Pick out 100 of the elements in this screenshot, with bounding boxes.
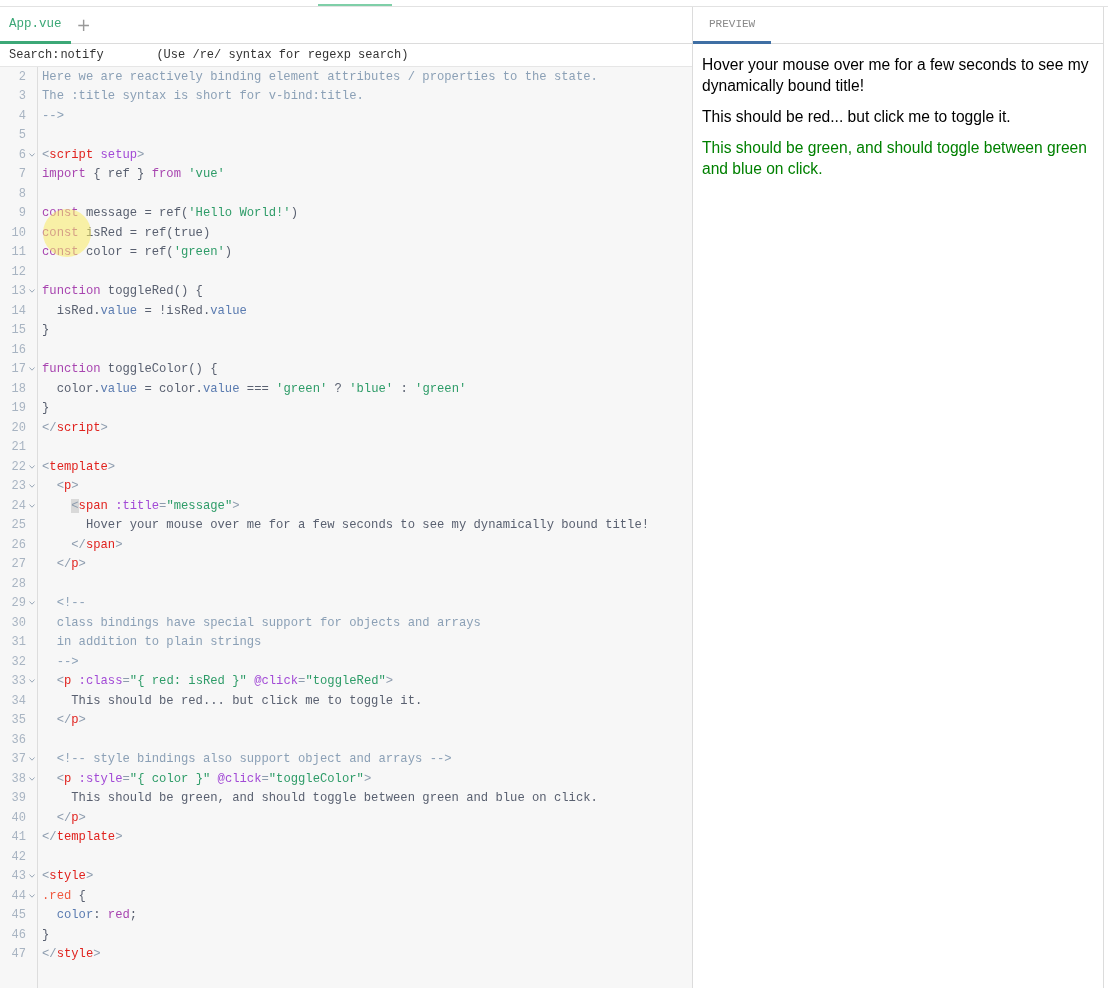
preview-paragraph[interactable]: This should be red... but click me to toggle it.: [702, 106, 1090, 127]
file-tab[interactable]: App.vue: [0, 7, 71, 44]
code-line: </p>: [55, 810, 86, 825]
line-number: 34: [10, 693, 26, 708]
code-line: function toggleRed() {: [41, 284, 203, 299]
code-line: </script>: [41, 420, 108, 435]
code-line: isRed.value = !isRed.value: [55, 303, 247, 318]
code-line: <span :title="message">: [70, 498, 240, 513]
code-line: }: [41, 323, 50, 338]
line-number: 10: [10, 225, 26, 240]
code-line: in addition to plain strings: [55, 635, 262, 650]
line-number: 27: [10, 557, 26, 572]
fold-icon[interactable]: [28, 464, 35, 469]
fold-icon[interactable]: [28, 757, 35, 762]
add-tab-button[interactable]: +: [70, 7, 97, 43]
line-number: 24: [10, 498, 26, 513]
fold-icon[interactable]: [28, 503, 35, 508]
line-number: 16: [10, 342, 26, 357]
fold-icon[interactable]: [28, 601, 35, 606]
line-number: 32: [10, 654, 26, 669]
line-number: 43: [10, 869, 26, 884]
code-line: Hover your mouse over me for a few seconds to see my dynamically bound title!: [84, 518, 650, 533]
line-number: 37: [10, 752, 26, 767]
line-number: 20: [10, 420, 26, 435]
fold-icon[interactable]: [28, 776, 35, 781]
preview-tab[interactable]: PREVIEW: [693, 7, 772, 44]
fold-icon[interactable]: [28, 289, 35, 294]
line-number: 13: [10, 284, 26, 299]
line-number: 21: [10, 440, 26, 455]
line-number: 36: [10, 732, 26, 747]
line-number: 12: [10, 264, 26, 279]
line-number: 17: [10, 362, 26, 377]
code-line: <template>: [41, 459, 116, 474]
line-number: 46: [10, 927, 26, 942]
code-line: -->: [55, 654, 79, 669]
line-number: 9: [17, 206, 26, 221]
code-line: <p :style="{ color }" @click="toggleColor">: [55, 771, 372, 786]
fold-icon[interactable]: [28, 893, 35, 898]
code-line: }: [41, 927, 50, 942]
line-number: 47: [10, 947, 26, 962]
code-line: import { ref } from 'vue': [41, 167, 225, 182]
search-field[interactable]: notify: [59, 48, 157, 62]
preview-paragraph[interactable]: Hover your mouse over me for a few seconds to see my dynamically bound title!: [702, 54, 1090, 96]
code-line: </style>: [41, 947, 101, 962]
line-number: 42: [10, 849, 26, 864]
code-line: <!-- style bindings also support object and arrays -->: [55, 752, 452, 767]
line-number: 44: [10, 888, 26, 903]
line-number: 39: [10, 791, 26, 806]
line-number: 4: [17, 108, 26, 123]
code-line: </template>: [41, 830, 123, 845]
line-number: 18: [10, 381, 26, 396]
fold-icon[interactable]: [28, 484, 35, 489]
preview-paragraph[interactable]: This should be green, and should toggle between green and blue on click.: [702, 137, 1090, 179]
fold-icon[interactable]: [28, 367, 35, 372]
fold-icon[interactable]: [28, 152, 35, 157]
line-number: 5: [17, 128, 26, 143]
line-number: 23: [10, 479, 26, 494]
line-number: 28: [10, 576, 26, 591]
line-number: 41: [10, 830, 26, 845]
line-number: 14: [10, 303, 26, 318]
fold-icon[interactable]: [28, 679, 35, 684]
code-line: <style>: [41, 869, 94, 884]
line-number: 15: [10, 323, 26, 338]
code-line: <p :class="{ red: isRed }" @click="toggleRed">: [55, 674, 394, 689]
line-number: 26: [10, 537, 26, 552]
code-line: This should be green, and should toggle between green and blue on click.: [70, 791, 598, 806]
code-line: <!--: [55, 596, 86, 611]
code-line: }: [41, 401, 50, 416]
line-number: 7: [17, 167, 26, 182]
line-number: 3: [17, 89, 26, 104]
code-line: color.value = color.value === 'green' ? 'blue' : 'green': [55, 381, 467, 396]
code-line: The :title syntax is short for v-bind:title.: [41, 89, 364, 104]
code-line: </p>: [55, 557, 86, 572]
code-line: Here we are reactively binding element attributes / properties to the state.: [41, 69, 598, 84]
line-number: 6: [17, 147, 26, 162]
code-line: function toggleColor() {: [41, 362, 218, 377]
code-line: </p>: [55, 713, 86, 728]
line-number: 35: [10, 713, 26, 728]
drag-handle[interactable]: [318, 4, 392, 6]
code-line: class bindings have special support for objects and arrays: [55, 615, 481, 630]
code-line: -->: [41, 108, 64, 123]
line-number: 40: [10, 810, 26, 825]
code-line: </span>: [70, 537, 123, 552]
line-number: 25: [10, 518, 26, 533]
search-label: Search:: [9, 48, 60, 62]
line-number: 19: [10, 401, 26, 416]
code-line: color: red;: [55, 908, 138, 923]
code-line: <script setup>: [41, 147, 145, 162]
line-number: 22: [10, 459, 26, 474]
fold-icon[interactable]: [28, 874, 35, 879]
line-number: 31: [10, 635, 26, 650]
code-line: <p>: [55, 479, 79, 494]
line-number: 33: [10, 674, 26, 689]
search-hint: (Use /re/ syntax for regexp search): [156, 48, 409, 62]
code-line: This should be red... but click me to toggle it.: [70, 693, 423, 708]
line-number: 30: [10, 615, 26, 630]
line-number: 8: [17, 186, 26, 201]
line-number: 38: [10, 771, 26, 786]
line-number: 11: [10, 245, 26, 260]
line-number: 45: [10, 908, 26, 923]
